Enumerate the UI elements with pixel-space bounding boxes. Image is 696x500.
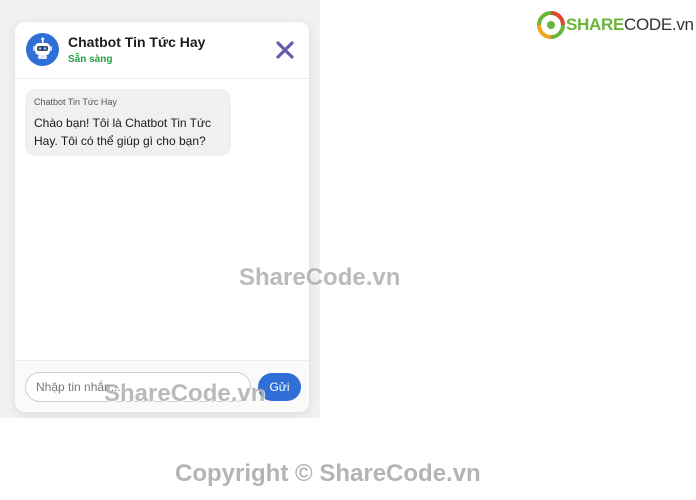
chat-header: Chatbot Tin Tức Hay Sẵn sàng [15, 22, 309, 79]
copyright-watermark: Copyright © ShareCode.vn [175, 460, 481, 487]
sharecode-logo-icon [537, 11, 565, 39]
chat-window: Chatbot Tin Tức Hay Sẵn sàng Chatbot Tin… [15, 22, 309, 412]
close-button[interactable] [273, 38, 297, 62]
sharecode-logo-text: SHARECODE.vn [566, 15, 694, 35]
message-list[interactable]: Chatbot Tin Tức Hay Chào bạn! Tôi là Cha… [15, 79, 309, 360]
close-icon [276, 41, 294, 59]
logo-text-part2: CODE.vn [624, 15, 694, 34]
message-text: Chào bạn! Tôi là Chatbot Tin Tức Hay. Tô… [34, 116, 212, 148]
status-label: Sẵn sàng [68, 54, 113, 65]
chat-title: Chatbot Tin Tức Hay [68, 34, 206, 50]
sharecode-logo: SHARECODE.vn [537, 9, 694, 43]
watermark-text: ShareCode.vn [104, 380, 266, 407]
robot-icon [33, 37, 52, 59]
message-sender: Chatbot Tin Tức Hay [34, 97, 117, 107]
bot-message: Chatbot Tin Tức Hay Chào bạn! Tôi là Cha… [25, 89, 231, 156]
logo-text-part1: SHARE [566, 15, 625, 34]
bot-avatar [26, 33, 59, 66]
watermark-text: ShareCode.vn [239, 264, 401, 291]
